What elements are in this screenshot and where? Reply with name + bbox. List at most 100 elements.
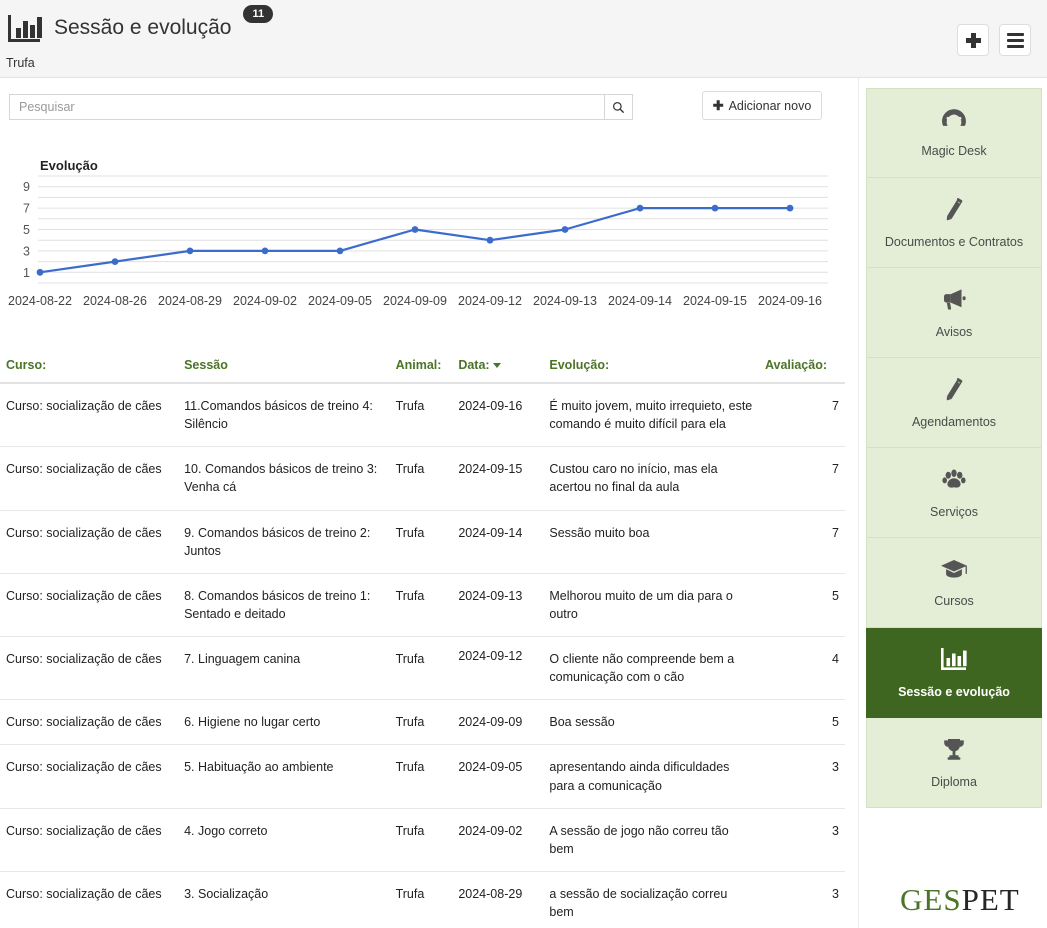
hamburger-menu-icon [1006, 30, 1024, 51]
cell-sessao: 6. Higiene no lugar certo [178, 699, 390, 746]
graduation-cap-icon [940, 558, 968, 585]
svg-text:3: 3 [23, 244, 30, 258]
cell-animal: Trufa [389, 699, 453, 746]
cell-evolucao: apresentando ainda dificuldades para a c… [543, 744, 759, 809]
table-row[interactable]: Curso: socialização de cães 6. Higiene no… [0, 699, 845, 746]
svg-text:2024-09-13: 2024-09-13 [533, 294, 597, 308]
cell-animal: Trufa [389, 573, 453, 638]
svg-text:2024-09-05: 2024-09-05 [308, 294, 372, 308]
sidebar-item-servi-os[interactable]: Serviços [866, 448, 1042, 538]
cell-sessao: 4. Jogo correto [178, 808, 390, 872]
cell-data: 2024-09-16 [452, 383, 544, 448]
sidebar-item-diploma[interactable]: Diploma [866, 718, 1042, 808]
svg-text:7: 7 [23, 202, 30, 216]
page-title-row: Sessão e evolução 11 [8, 5, 274, 42]
cell-avaliacao: 3 [758, 871, 845, 928]
cell-curso: Curso: socialização de cães [0, 510, 179, 574]
table-row[interactable]: Curso: socialização de cães 8. Comandos b… [0, 573, 845, 638]
bar-chart-icon [8, 14, 42, 42]
cell-avaliacao: 4 [758, 636, 845, 701]
table-row[interactable]: Curso: socialização de cães 9. Comandos b… [0, 510, 845, 574]
table-row[interactable]: Curso: socialização de cães 4. Jogo corre… [0, 808, 845, 872]
right-sidebar: Magic Desk Documentos e Contratos Avisos Ag… [866, 88, 1042, 808]
sidebar-item-label: Diploma [931, 774, 977, 789]
search-group [9, 94, 633, 120]
sessions-table-container: Curso: Sessão Animal: Data: Evolução: Av… [0, 352, 858, 928]
cell-sessao: 7. Linguagem canina [178, 636, 390, 701]
sidebar-item-cursos[interactable]: Cursos [866, 538, 1042, 628]
cell-evolucao: Sessão muito boa [543, 510, 759, 574]
search-button[interactable] [604, 94, 633, 120]
page-title: Sessão e evolução [54, 16, 232, 39]
cell-curso: Curso: socialização de cães [0, 636, 179, 701]
cell-animal: Trufa [389, 744, 453, 809]
cell-curso: Curso: socialização de cães [0, 699, 179, 746]
cell-data: 2024-08-29 [452, 871, 544, 928]
bar-chart-icon [940, 647, 968, 676]
search-input[interactable] [9, 94, 604, 120]
cell-avaliacao: 3 [758, 808, 845, 872]
add-new-label: Adicionar novo [728, 98, 812, 113]
cell-evolucao: O cliente não compreende bem a comunicaç… [543, 636, 759, 701]
cell-curso: Curso: socialização de cães [0, 446, 179, 511]
dashboard-gauge-icon [941, 108, 967, 135]
column-header-sessao[interactable]: Sessão [178, 352, 390, 384]
sidebar-item-label: Agendamentos [911, 414, 997, 429]
table-body: Curso: socialização de cães 11.Comandos b… [0, 383, 845, 928]
table-header-row: Curso: Sessão Animal: Data: Evolução: Av… [0, 352, 845, 384]
svg-text:2024-09-09: 2024-09-09 [383, 294, 447, 308]
cell-animal: Trufa [389, 871, 453, 928]
add-button[interactable] [957, 24, 989, 56]
sidebar-item-label: Cursos [934, 593, 974, 608]
evolution-chart-card: Evolução 1 3 5 7 9 2024-08-22 2024-08-26 2024-0… [0, 130, 858, 345]
plus-icon [965, 32, 981, 48]
cell-animal: Trufa [389, 383, 453, 448]
book-icon [942, 197, 966, 226]
svg-text:5: 5 [23, 223, 30, 237]
column-header-evolucao[interactable]: Evolução: [543, 352, 759, 384]
cell-sessao: 3. Socialização [178, 871, 390, 928]
cell-evolucao: Custou caro no início, mas ela acertou n… [543, 446, 759, 511]
cell-sessao: 11.Comandos básicos de treino 4: Silênci… [178, 383, 390, 448]
table-row[interactable]: Curso: socialização de cães 10. Comandos … [0, 446, 845, 511]
cell-sessao: 9. Comandos básicos de treino 2: Juntos [178, 510, 390, 574]
search-toolbar: ✚ Adicionar novo [0, 78, 858, 128]
table-row[interactable]: Curso: socialização de cães 3. Socializaç… [0, 871, 845, 928]
column-header-data-label: Data: [458, 358, 490, 372]
column-header-animal[interactable]: Animal: [389, 352, 453, 384]
content-divider [858, 78, 859, 928]
sidebar-item-label: Magic Desk [921, 144, 987, 158]
add-new-button[interactable]: ✚ Adicionar novo [702, 91, 822, 120]
cell-avaliacao: 5 [758, 573, 845, 638]
sidebar-item-documentos-e-contratos[interactable]: Documentos e Contratos [866, 178, 1042, 268]
megaphone-icon [941, 287, 967, 316]
cell-avaliacao: 7 [758, 510, 845, 574]
page-subtitle: Trufa [6, 56, 35, 70]
cell-sessao: 8. Comandos básicos de treino 1: Sentado… [178, 573, 390, 638]
cell-avaliacao: 7 [758, 383, 845, 448]
cell-evolucao: A sessão de jogo não correu tão bem [543, 808, 759, 872]
sidebar-item-sess-o-e-evolu-o[interactable]: Sessão e evolução [866, 628, 1042, 718]
svg-text:1: 1 [23, 266, 30, 280]
column-header-curso[interactable]: Curso: [0, 352, 179, 384]
plus-icon: ✚ [712, 97, 724, 113]
sidebar-item-avisos[interactable]: Avisos [866, 268, 1042, 358]
cell-data: 2024-09-02 [452, 808, 544, 872]
table-row[interactable]: Curso: socialização de cães 11.Comandos b… [0, 383, 845, 448]
trophy-icon [941, 737, 967, 766]
cell-evolucao: É muito jovem, muito irrequieto, este co… [543, 383, 759, 448]
sidebar-item-magic-desk[interactable]: Magic Desk [866, 88, 1042, 178]
sort-descending-icon [492, 363, 501, 369]
column-header-avaliacao[interactable]: Avaliação: [758, 352, 845, 384]
table-row[interactable]: Curso: socialização de cães 7. Linguagem … [0, 633, 845, 701]
sidebar-item-agendamentos[interactable]: Agendamentos [866, 358, 1042, 448]
table-row[interactable]: Curso: socialização de cães 5. Habituação… [0, 744, 845, 809]
cell-avaliacao: 5 [758, 699, 845, 746]
column-header-data[interactable]: Data: [452, 352, 544, 384]
cell-curso: Curso: socialização de cães [0, 744, 179, 809]
top-header-bar: Sessão e evolução 11 Trufa [0, 0, 1047, 78]
menu-button[interactable] [999, 24, 1031, 56]
cell-evolucao: Boa sessão [543, 699, 759, 746]
cell-curso: Curso: socialização de cães [0, 808, 179, 872]
cell-sessao: 5. Habituação ao ambiente [178, 744, 390, 809]
